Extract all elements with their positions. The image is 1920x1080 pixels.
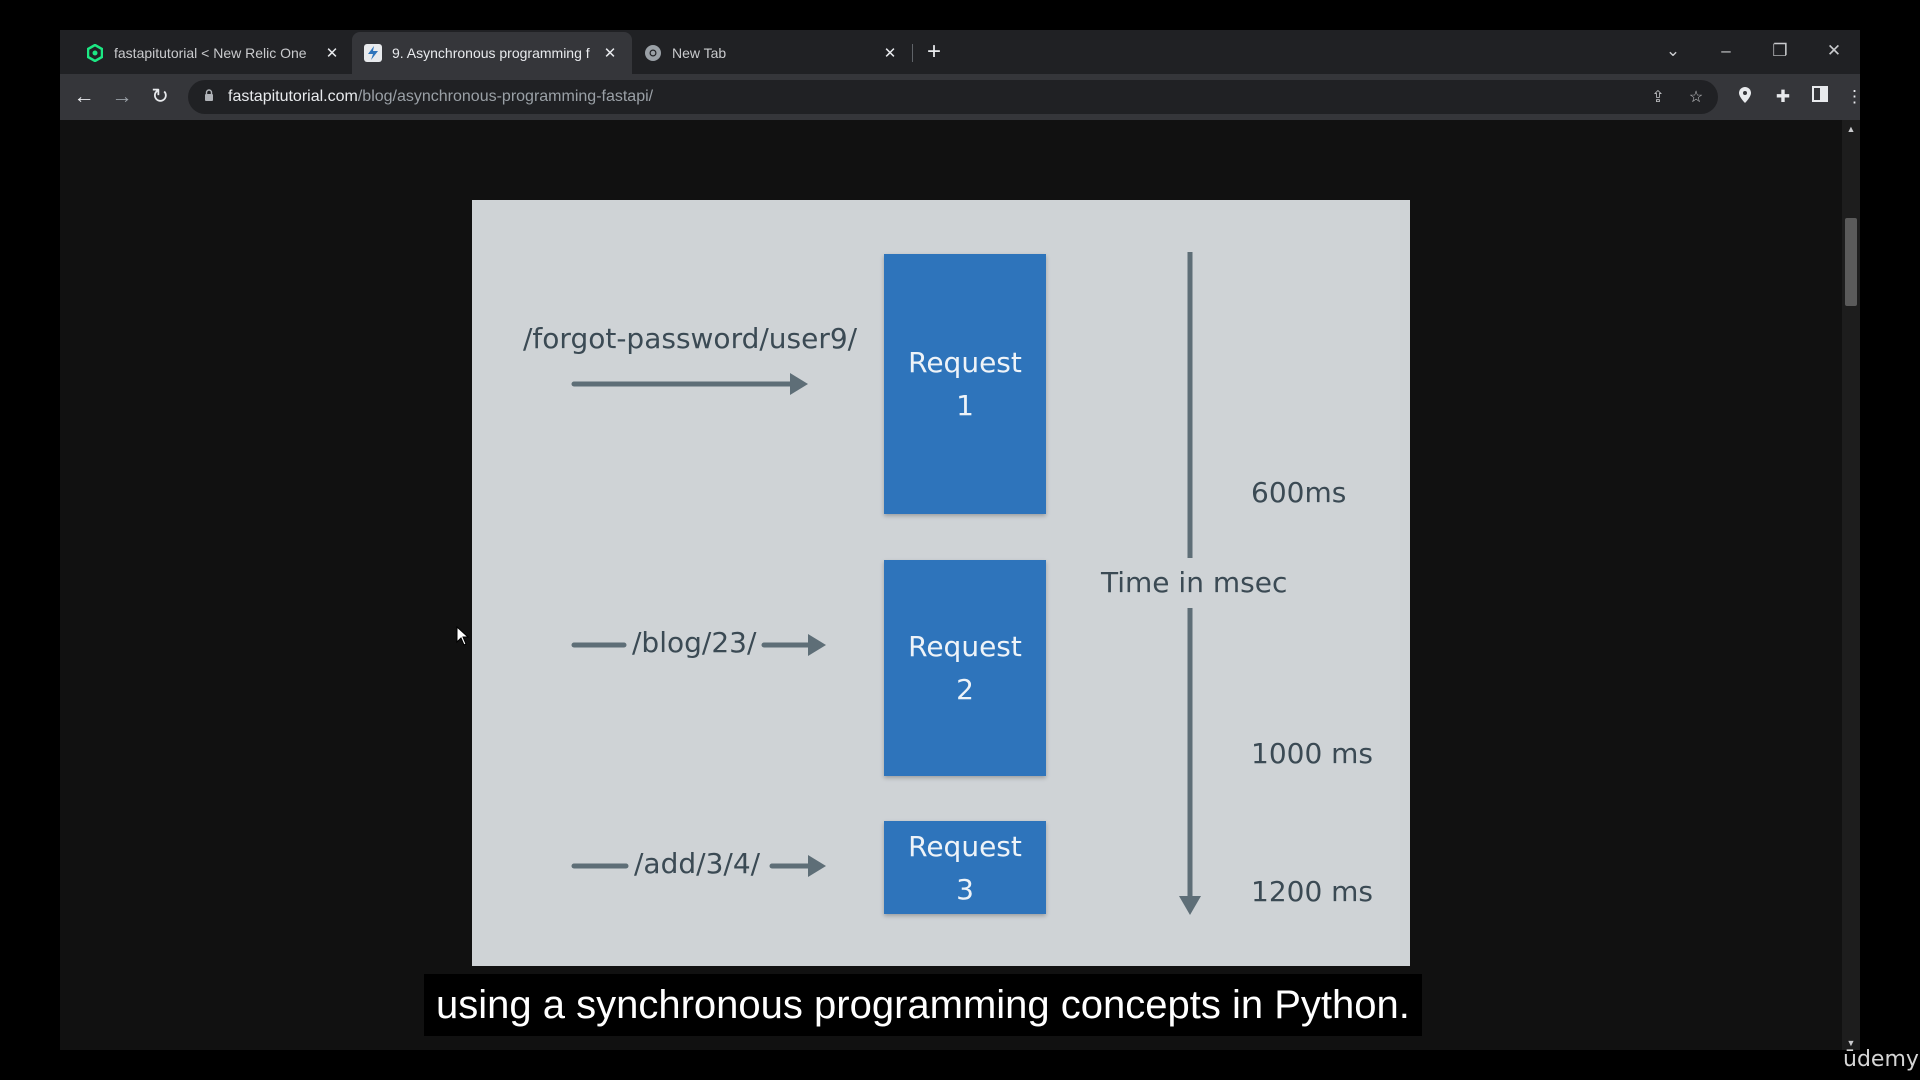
bookmark-star-icon[interactable]: ☆: [1685, 87, 1707, 109]
request-label: Request: [908, 346, 1022, 379]
route-label: /forgot-password/user9/: [523, 322, 858, 355]
url-path: /blog/asynchronous-programming-fastapi/: [357, 88, 654, 105]
new-relic-icon: [86, 44, 104, 62]
request-number: 3: [956, 872, 974, 906]
udemy-watermark: ūdemy: [1843, 1047, 1919, 1072]
new-tab-button[interactable]: +: [922, 40, 946, 65]
lock-icon: [202, 89, 216, 105]
forward-icon[interactable]: →: [108, 84, 136, 110]
url-domain: fastapitutorial.com: [228, 88, 358, 105]
tab-title: New Tab: [672, 45, 727, 61]
request-number: 1: [956, 389, 974, 422]
share-icon[interactable]: ⇪: [1647, 87, 1669, 109]
request-label: Request: [908, 829, 1022, 863]
tab-strip: fastapitutorial < New Relic One ✕ 9. Asy…: [60, 30, 1860, 74]
request-number: 2: [956, 673, 974, 706]
request-box: Request 1: [884, 254, 1046, 514]
time-mark: 1200 ms: [1251, 875, 1374, 908]
menu-icon[interactable]: ⋮: [1846, 86, 1863, 108]
url-text[interactable]: fastapitutorial.com/blog/asynchronous-pr…: [228, 88, 653, 106]
tab-title: fastapitutorial < New Relic One: [114, 45, 307, 61]
time-axis-label: Time in msec: [1101, 566, 1288, 599]
reload-icon[interactable]: ↻: [146, 84, 174, 110]
diagram-slide: /forgot-password/user9/ /blog/23/ /add/3…: [472, 200, 1410, 966]
close-tab-icon[interactable]: ✕: [600, 43, 620, 63]
restore-icon[interactable]: ❐: [1766, 38, 1794, 64]
tab-new-relic[interactable]: fastapitutorial < New Relic One ✕: [74, 32, 354, 74]
mouse-cursor-icon: [456, 626, 470, 646]
request-box: Request 3: [884, 821, 1046, 914]
side-panel-icon[interactable]: [1809, 86, 1831, 108]
route-arrow: [571, 373, 808, 395]
tab-separator: [912, 44, 913, 62]
chrome-icon: [644, 44, 662, 62]
close-window-icon[interactable]: ✕: [1820, 38, 1848, 64]
minimize-icon[interactable]: –: [1712, 38, 1740, 64]
tab-new-tab[interactable]: New Tab ✕: [632, 32, 912, 74]
close-tab-icon[interactable]: ✕: [322, 43, 342, 63]
scroll-up-icon[interactable]: ▲: [1846, 124, 1856, 134]
scrollbar-thumb[interactable]: [1845, 218, 1857, 306]
back-icon[interactable]: ←: [70, 84, 98, 110]
tab-search-icon[interactable]: ⌄: [1659, 38, 1687, 64]
address-bar[interactable]: fastapitutorial.com/blog/asynchronous-pr…: [188, 80, 1718, 114]
request-box: Request 2: [884, 560, 1046, 776]
location-pin-icon[interactable]: [1734, 86, 1756, 108]
video-caption: using a synchronous programming concepts…: [424, 974, 1422, 1036]
browser-window: fastapitutorial < New Relic One ✕ 9. Asy…: [60, 30, 1863, 1050]
vertical-scrollbar[interactable]: ▲ ▼: [1842, 120, 1860, 1050]
toolbar: ← → ↻ fastapitutorial.com/blog/asynchron…: [60, 74, 1863, 120]
request-label: Request: [908, 630, 1022, 663]
time-mark: 1000 ms: [1251, 737, 1374, 770]
route-label: /add/3/4/: [634, 847, 761, 880]
tab-async-programming[interactable]: 9. Asynchronous programming f ✕: [352, 32, 632, 74]
route-label: /blog/23/: [632, 626, 757, 659]
page-viewport: /forgot-password/user9/ /blog/23/ /add/3…: [60, 120, 1842, 1050]
tab-title: 9. Asynchronous programming f: [392, 45, 590, 61]
close-tab-icon[interactable]: ✕: [880, 43, 900, 63]
time-mark: 600ms: [1251, 476, 1347, 509]
extensions-puzzle-icon[interactable]: ✚: [1772, 86, 1794, 108]
fastapitutorial-icon: [364, 44, 382, 62]
